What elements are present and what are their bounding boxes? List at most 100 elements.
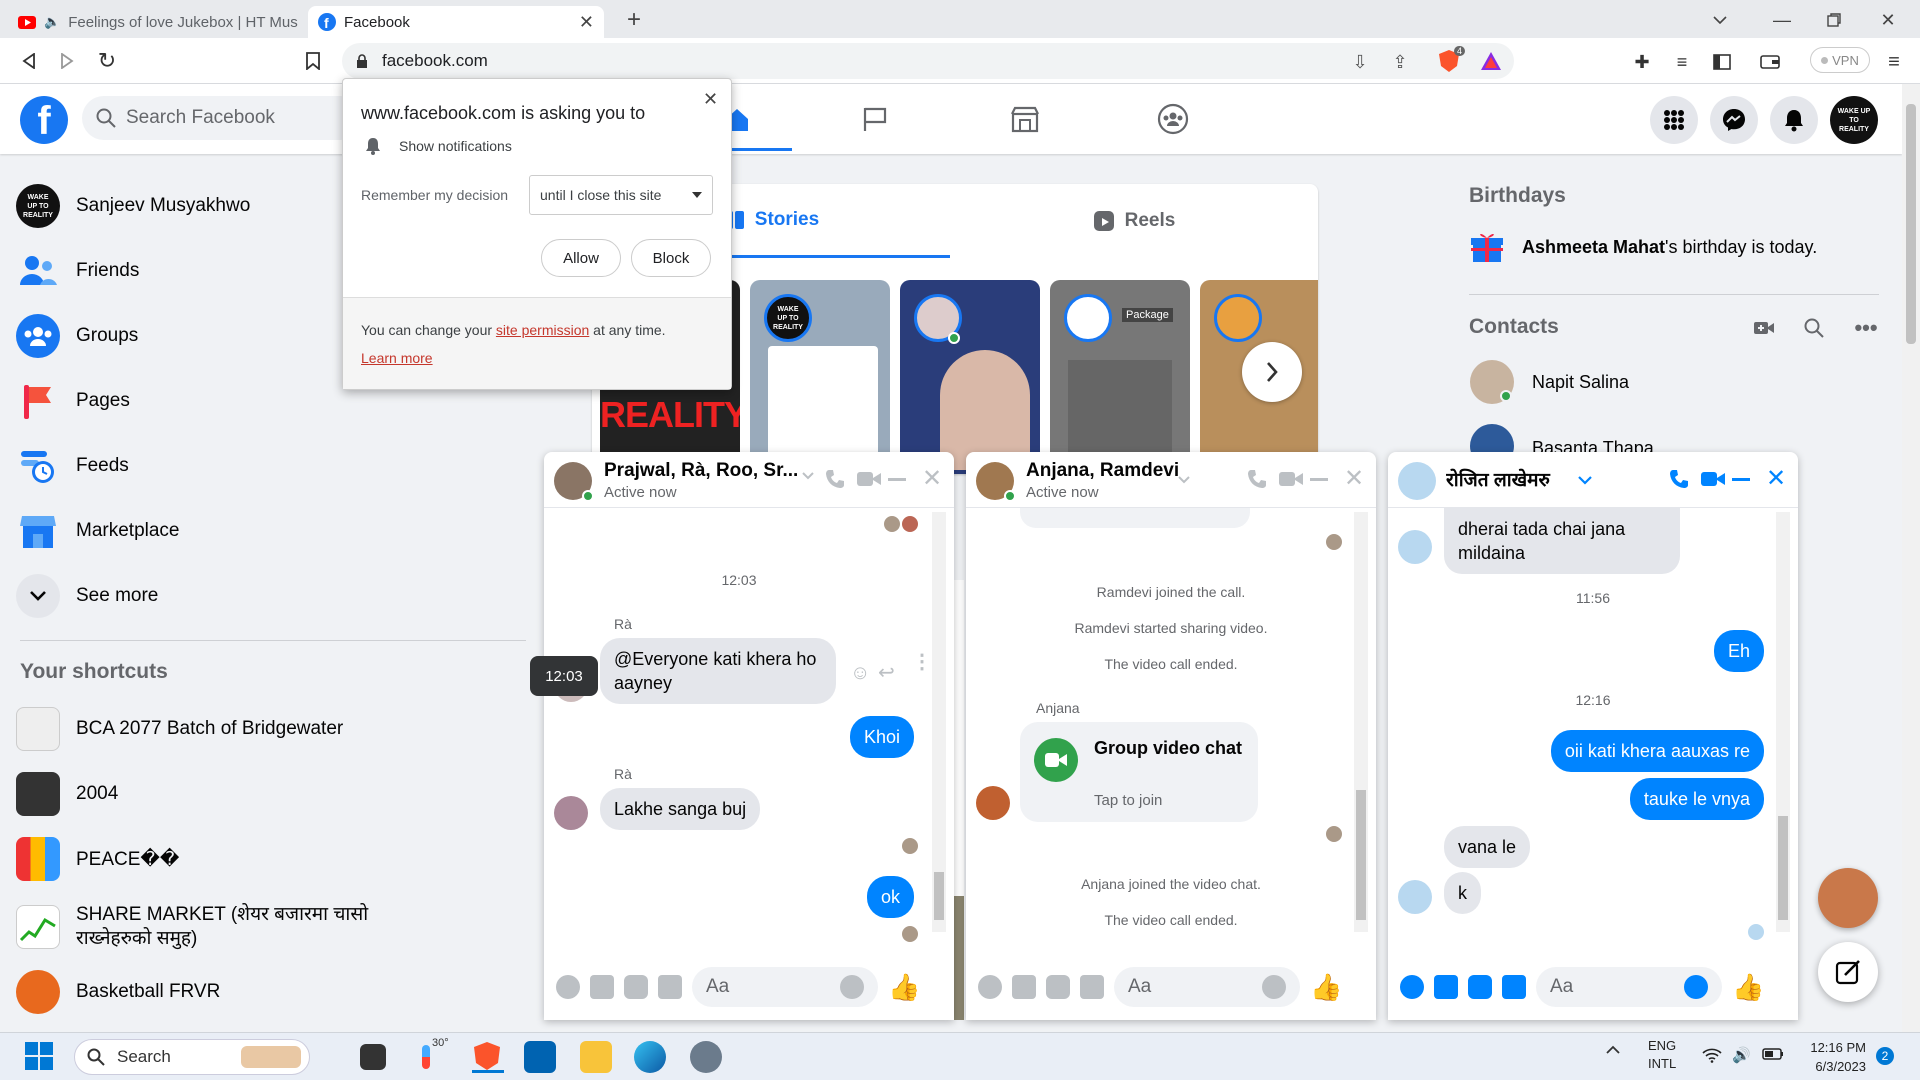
wallet-icon[interactable] <box>1758 50 1782 74</box>
chat-header[interactable]: Prajwal, Rà, Roo, Sr... Active now ✕ <box>544 452 954 508</box>
microsoft-store-icon[interactable] <box>524 1041 556 1073</box>
edge-icon[interactable] <box>634 1041 666 1073</box>
facebook-search-input[interactable]: Search Facebook <box>82 96 362 140</box>
photo-icon[interactable] <box>1434 975 1458 999</box>
minimize-chat-icon[interactable] <box>1310 478 1328 481</box>
contacts-search-icon[interactable] <box>1800 316 1828 340</box>
message-bubble[interactable]: vana le <box>1444 826 1531 868</box>
facebook-logo[interactable]: f <box>20 96 68 144</box>
contact-item[interactable]: Basanta Thapa <box>1470 424 1654 452</box>
notification-badge[interactable]: 2 <box>1876 1047 1894 1065</box>
close-chat-icon[interactable]: ✕ <box>1766 467 1786 491</box>
language-indicator[interactable]: ENG INTL <box>1648 1037 1676 1073</box>
main-menu-icon[interactable]: ≡ <box>1882 50 1906 74</box>
like-thumb-icon[interactable]: 👍 <box>1310 972 1342 1003</box>
like-thumb-icon[interactable]: 👍 <box>1732 972 1764 1003</box>
vpn-button[interactable]: VPN <box>1810 47 1870 73</box>
sender-avatar[interactable] <box>976 786 1010 820</box>
close-window-icon[interactable]: ✕ <box>1874 6 1902 34</box>
weather-widget[interactable]: 30° <box>420 1037 460 1073</box>
allow-button[interactable]: Allow <box>541 239 621 277</box>
story-tile[interactable] <box>900 280 1040 474</box>
nav-groups-icon[interactable] <box>1118 92 1228 146</box>
bookmark-icon[interactable] <box>300 48 326 74</box>
group-video-chat-card[interactable]: Group video chat Tap to join <box>1020 722 1258 822</box>
chevron-down-icon[interactable] <box>802 472 814 480</box>
scrollbar-thumb[interactable] <box>1906 104 1916 344</box>
shortcut-item[interactable]: Basketball FRVR <box>16 962 536 1022</box>
site-permission-link[interactable]: site permission <box>496 322 589 338</box>
remember-decision-select[interactable]: until I close this site <box>529 175 713 215</box>
back-icon[interactable] <box>16 48 42 74</box>
close-chat-icon[interactable]: ✕ <box>922 467 942 491</box>
nav-pages-flag-icon[interactable] <box>820 92 930 146</box>
react-emoji-icon[interactable]: ☺ <box>850 662 870 685</box>
phone-icon[interactable] <box>1246 468 1268 490</box>
tab-search-icon[interactable] <box>1706 6 1734 34</box>
chevron-down-icon[interactable] <box>1178 476 1190 484</box>
chat-scrollbar[interactable] <box>1776 512 1790 932</box>
emoji-icon[interactable] <box>1262 975 1286 999</box>
plus-icon[interactable] <box>1400 975 1424 999</box>
install-app-icon[interactable]: ⇩ <box>1348 50 1372 74</box>
address-bar[interactable]: facebook.com <box>342 43 1514 79</box>
scrollbar-thumb[interactable] <box>1356 790 1366 920</box>
plus-icon[interactable] <box>556 975 580 999</box>
show-hidden-icons[interactable] <box>1606 1045 1620 1054</box>
chat-head-avatar[interactable] <box>1818 868 1878 928</box>
like-thumb-icon[interactable]: 👍 <box>888 972 920 1003</box>
notifications-bell-icon[interactable] <box>1770 96 1818 144</box>
page-scrollbar[interactable] <box>1902 84 1920 1032</box>
gif-icon[interactable] <box>1502 975 1526 999</box>
tab-facebook[interactable]: f Facebook ✕ <box>308 6 604 38</box>
video-camera-icon[interactable] <box>1700 470 1726 488</box>
mute-icon[interactable]: 🔈 <box>44 14 60 30</box>
extensions-icon[interactable]: ✚ <box>1630 50 1654 74</box>
chat-scrollbar[interactable] <box>932 512 946 932</box>
learn-more-link[interactable]: Learn more <box>361 350 433 366</box>
shortcut-item[interactable]: PEACE�� <box>16 829 536 889</box>
emoji-icon[interactable] <box>840 975 864 999</box>
stories-next-button[interactable] <box>1242 342 1302 402</box>
plus-icon[interactable] <box>978 975 1002 999</box>
message-bubble-sent[interactable]: oii kati khera aauxas re <box>1550 730 1764 772</box>
wifi-icon[interactable] <box>1702 1047 1722 1063</box>
sidebar-item-feeds[interactable]: Feeds <box>16 436 536 496</box>
contact-avatar[interactable] <box>1398 880 1432 914</box>
share-icon[interactable]: ⇪ <box>1388 50 1412 74</box>
chat-scrollbar[interactable] <box>1354 512 1368 932</box>
sticker-icon[interactable] <box>1468 975 1492 999</box>
new-room-video-icon[interactable] <box>1750 316 1778 340</box>
story-tile[interactable]: WAKE UP TO REALITY <box>750 280 890 474</box>
battery-icon[interactable] <box>1762 1048 1784 1060</box>
message-bubble-sent[interactable]: Khoi <box>849 716 914 758</box>
brave-rewards-icon[interactable] <box>1478 48 1504 74</box>
message-bubble[interactable]: Lakhe sanga buj <box>600 788 761 830</box>
minimize-chat-icon[interactable] <box>888 478 906 481</box>
brave-taskbar-icon[interactable] <box>472 1041 504 1073</box>
contact-item[interactable]: Napit Salina <box>1470 360 1629 404</box>
birthday-notice[interactable]: Ashmeeta Mahat's birthday is today. <box>1470 230 1817 264</box>
tab-youtube[interactable]: 🔈 Feelings of love Jukebox | HT Musi <box>8 6 308 38</box>
chevron-down-icon[interactable] <box>1578 476 1592 485</box>
sticker-icon[interactable] <box>1046 975 1070 999</box>
minimize-window-icon[interactable]: — <box>1768 6 1796 34</box>
sticker-icon[interactable] <box>624 975 648 999</box>
volume-icon[interactable]: 🔊 <box>1732 1046 1751 1064</box>
message-input[interactable]: Aa <box>1536 967 1722 1007</box>
photo-icon[interactable] <box>590 975 614 999</box>
maximize-window-icon[interactable] <box>1820 6 1848 34</box>
emoji-icon[interactable] <box>1684 975 1708 999</box>
message-input[interactable]: Aa <box>1114 967 1300 1007</box>
settings-gear-icon[interactable] <box>690 1041 722 1073</box>
video-camera-icon[interactable] <box>1278 470 1304 488</box>
block-button[interactable]: Block <box>631 239 711 277</box>
message-bubble[interactable]: dherai tada chai jana mildaina <box>1444 508 1680 574</box>
story-tile[interactable]: Package <box>1050 280 1190 474</box>
reload-icon[interactable]: ↻ <box>94 48 120 74</box>
sidebar-item-marketplace[interactable]: Marketplace <box>16 501 536 561</box>
forward-icon[interactable] <box>54 48 80 74</box>
scrollbar-thumb[interactable] <box>934 872 944 920</box>
new-tab-button[interactable]: + <box>620 6 648 34</box>
messenger-icon[interactable] <box>1710 96 1758 144</box>
